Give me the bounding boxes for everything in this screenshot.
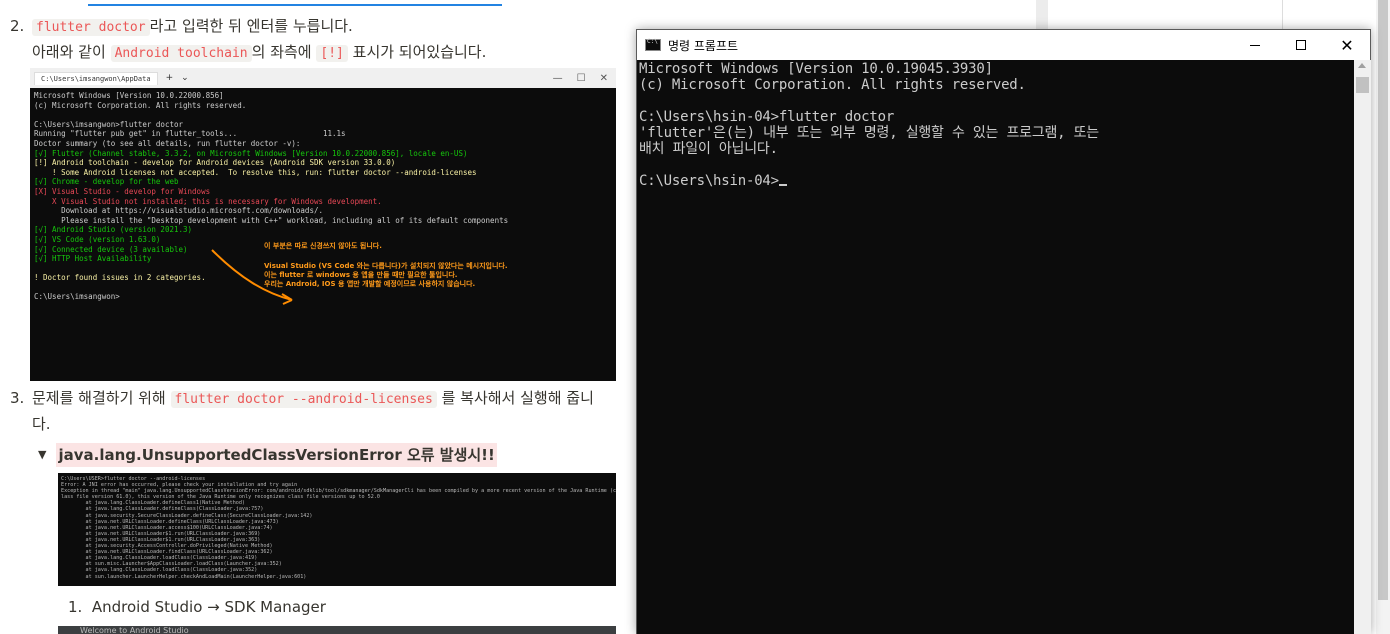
annotation-note-1: 이 부분은 따로 신경쓰지 않아도 됩니다. <box>264 242 382 250</box>
page-top-bar <box>88 0 502 6</box>
step-text: 라고 입력한 뒤 엔터를 누릅니다. <box>149 17 353 35</box>
annotation-note-2: Visual Studio (VS Code 와는 다릅니다)가 설치되지 않았… <box>264 262 508 289</box>
tab-add-icon: + <box>165 73 174 83</box>
console-line: [√] Android Studio (version 2021.3) <box>34 225 193 235</box>
step-3: 3. 문제를 해결하기 위해 flutter doctor --android-… <box>10 386 622 436</box>
screenshot-android-studio: Welcome to Android Studio <box>58 626 616 634</box>
console-line-text: 배치 파일이 아닙니다. <box>639 141 778 157</box>
screenshot-console-text: C:\Users\USER>flutter doctor --android-l… <box>58 473 616 583</box>
close-icon: ✕ <box>1340 35 1354 55</box>
step-2-line-1: flutter doctor 라고 입력한 뒤 엔터를 누릅니다. <box>32 14 486 40</box>
inline-code: [!] <box>316 45 348 62</box>
cmd-console[interactable]: Microsoft Windows [Version 10.0.19045.39… <box>637 60 1354 634</box>
maximize-icon <box>1296 40 1306 50</box>
console-line-text: C:\Users\hsin-04>flutter doctor <box>639 109 895 125</box>
console-line: C:\Users\hsin-04>flutter doctor <box>639 109 1352 125</box>
console-line: C:\Users\hsin-04> <box>639 173 1352 189</box>
step-2-line-2: 아래와 같이 Android toolchain 의 좌측에 [!] 표시가 되어… <box>32 40 486 66</box>
step-number: 1. <box>68 598 83 616</box>
console-line: (c) Microsoft Corporation. All rights re… <box>639 77 1352 93</box>
page-scroll-track[interactable] <box>1036 0 1048 30</box>
scroll-thumb[interactable] <box>1356 77 1369 93</box>
console-line: [!] Android toolchain - develop for Andr… <box>34 158 396 168</box>
scroll-up-icon[interactable] <box>1358 63 1366 68</box>
error-toggle[interactable]: ▼ java.lang.UnsupportedClassVersionError… <box>38 443 497 467</box>
console-line-text: 'flutter'은(는) 내부 또는 외부 명령, 실행할 수 있는 프로그램… <box>639 125 1099 141</box>
minimize-button[interactable] <box>1232 30 1278 60</box>
command-prompt-window[interactable]: 명령 프롬프트 ✕ Microsoft Windows [Version 10.… <box>636 29 1371 634</box>
console-line: Please install the "Desktop development … <box>34 215 509 225</box>
step-text: 를 복사해서 실행해 줍니 <box>441 389 594 407</box>
annotation-line: 이는 flutter 로 windows 용 앱을 만들 때만 필요한 툴입니다… <box>264 271 458 279</box>
toggle-triangle-icon[interactable]: ▼ <box>38 443 46 467</box>
console-line: [X] Visual Studio - develop for Windows <box>34 186 211 196</box>
step-number: 2. <box>10 17 25 35</box>
console-line: C:\Users\imsangwon>flutter doctor <box>34 119 184 129</box>
screenshot-window-buttons: — ☐ ✕ <box>553 73 616 84</box>
console-line: 배치 파일이 아닙니다. <box>639 141 1352 157</box>
console-line: Download at https://visualstudio.microso… <box>34 206 323 216</box>
console-line-text <box>639 93 647 109</box>
step-text: 의 좌측에 <box>251 43 312 61</box>
close-button[interactable]: ✕ <box>1324 30 1370 60</box>
console-line-text: (c) Microsoft Corporation. All rights re… <box>639 77 1026 93</box>
console-line: Microsoft Windows [Version 10.0.19045.39… <box>639 61 1352 77</box>
inline-code: flutter doctor --android-licenses <box>170 391 437 408</box>
step-text: Android Studio → SDK Manager <box>91 598 326 616</box>
console-line: C:\Users\imsangwon> <box>34 292 120 302</box>
window-controls: ✕ <box>1232 30 1370 60</box>
close-icon: ✕ <box>599 72 608 84</box>
console-line: [√] Chrome - develop for the web <box>34 177 179 187</box>
screenshot-titlebar: C:\Users\imsangwon\AppData + ⌄ — ☐ ✕ <box>30 68 616 88</box>
tab-dropdown-icon: ⌄ <box>181 73 189 83</box>
annotation-line: 우리는 Android, IOS 용 앱만 개발할 예정이므로 사용하지 않습니… <box>264 280 476 288</box>
screenshot-tab: C:\Users\imsangwon\AppData <box>34 71 158 85</box>
inline-code: flutter doctor <box>32 19 150 36</box>
cmd-scrollbar[interactable] <box>1354 60 1371 634</box>
console-line: ! Some Android licenses not accepted. To… <box>34 167 477 177</box>
step-text: 표시가 되어있습니다. <box>352 43 487 61</box>
step-2: 2. flutter doctor 라고 입력한 뒤 엔터를 누릅니다. 아래와 … <box>10 14 486 66</box>
console-line: (c) Microsoft Corporation. All rights re… <box>34 100 247 110</box>
console-line-text: Microsoft Windows [Version 10.0.19045.39… <box>639 61 993 77</box>
window-title: 명령 프롬프트 <box>668 38 739 53</box>
step-3-line-1: 문제를 해결하기 위해 flutter doctor --android-lic… <box>32 386 622 412</box>
console-line: Running "flutter pub get" in flutter_too… <box>34 129 346 139</box>
sub-step-1: 1. Android Studio → SDK Manager <box>68 595 326 619</box>
toggle-label: java.lang.UnsupportedClassVersionError 오… <box>56 443 497 467</box>
terminal-icon[interactable] <box>645 38 661 51</box>
console-line <box>639 157 1352 173</box>
console-line-text: C:\Users\hsin-04> <box>639 173 779 189</box>
step-text: 아래와 같이 <box>32 43 106 61</box>
inline-code: Android toolchain <box>110 45 252 62</box>
maximize-button[interactable] <box>1278 30 1324 60</box>
console-line: at sun.launcher.LauncherHelper.checkAndL… <box>61 573 307 580</box>
minimize-icon <box>1250 44 1260 46</box>
screenshot-flutter-doctor: C:\Users\imsangwon\AppData + ⌄ — ☐ ✕ Mic… <box>30 68 616 381</box>
cmd-titlebar[interactable]: 명령 프롬프트 ✕ <box>637 30 1370 60</box>
step-text: 문제를 해결하기 위해 <box>32 389 166 407</box>
right-pane-scroll-thumb[interactable] <box>1378 0 1388 600</box>
maximize-icon: ☐ <box>576 72 586 84</box>
annotation-line: Visual Studio (VS Code 와는 다릅니다)가 설치되지 않았… <box>264 262 508 270</box>
console-line: Doctor summary (to see all details, run … <box>34 138 301 148</box>
screenshot-title: Welcome to Android Studio <box>80 626 189 634</box>
console-line: X Visual Studio not installed; this is n… <box>34 196 382 206</box>
step-text: 다. <box>32 415 51 433</box>
minimize-icon: — <box>552 72 563 84</box>
console-line: Microsoft Windows [Version 10.0.22000.85… <box>34 91 224 100</box>
console-line: [√] Flutter (Channel stable, 3.3.2, on M… <box>34 148 468 158</box>
text-cursor <box>778 184 787 186</box>
step-number: 3. <box>10 389 25 407</box>
screenshot-java-error: C:\Users\USER>flutter doctor --android-l… <box>58 473 616 586</box>
console-line-text <box>639 157 647 173</box>
console-line: 'flutter'은(는) 내부 또는 외부 명령, 실행할 수 있는 프로그램… <box>639 125 1352 141</box>
console-line <box>639 93 1352 109</box>
